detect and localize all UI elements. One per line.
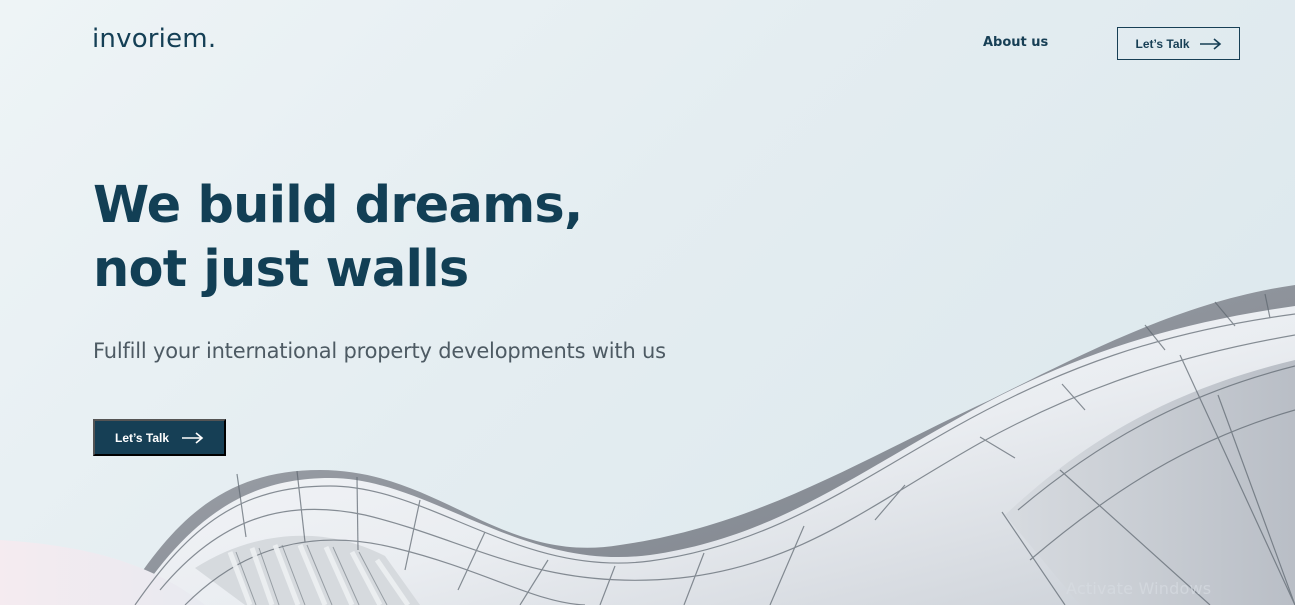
- activate-windows-watermark: Activate Windows: [1066, 579, 1212, 598]
- hero-subtitle: Fulfill your international property deve…: [93, 339, 666, 363]
- hero-lets-talk-label: Let’s Talk: [114, 430, 170, 445]
- hero-title-line-2: not just walls: [93, 240, 469, 299]
- arrow-right-icon: [182, 431, 204, 444]
- hero-lets-talk-button[interactable]: Let’s Talk: [93, 419, 226, 456]
- hero-title: We build dreams, not just walls: [93, 174, 853, 302]
- header-lets-talk-label: Let’s Talk: [1135, 36, 1190, 51]
- brand-logo[interactable]: invoriem.: [92, 24, 216, 54]
- header-lets-talk-button[interactable]: Let’s Talk: [1117, 27, 1240, 60]
- nav-about-link[interactable]: About us: [983, 35, 1048, 50]
- hero-title-line-1: We build dreams,: [93, 176, 583, 235]
- wavy-building-image: [0, 285, 1295, 605]
- hero-section: invoriem. About us Let’s Talk We build d…: [0, 0, 1295, 605]
- arrow-right-icon: [1199, 37, 1221, 50]
